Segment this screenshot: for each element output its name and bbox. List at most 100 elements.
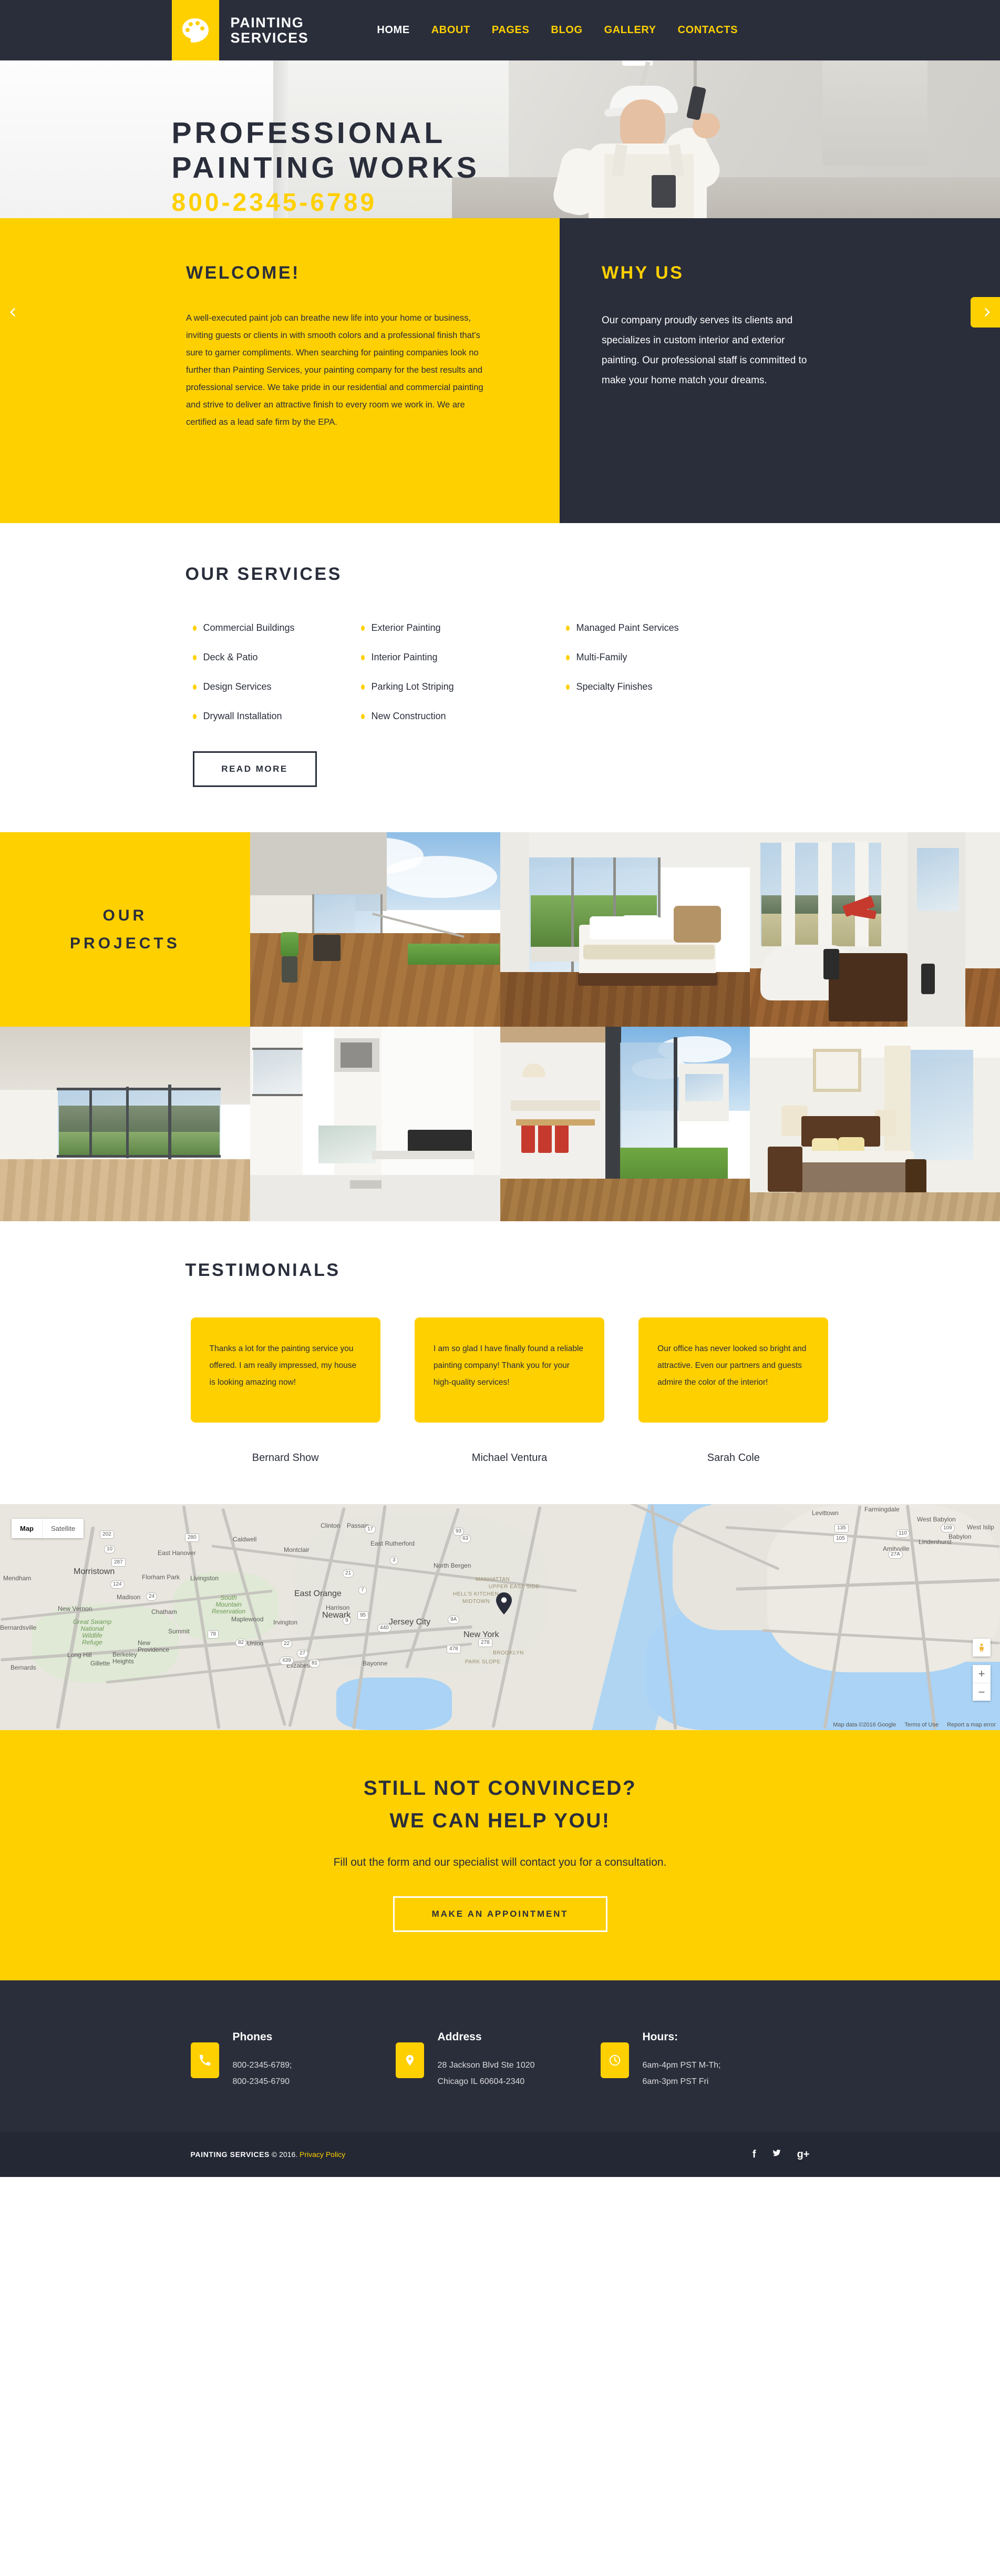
- bullet-dot-icon: [565, 655, 570, 660]
- map-place-label: Gillette: [90, 1660, 110, 1667]
- page-root: PAINTING SERVICES HOME ABOUT PAGES BLOG …: [0, 0, 1000, 2177]
- service-item[interactable]: Specialty Finishes: [565, 681, 829, 692]
- whyus-panel: WHY US Our company proudly serves its cl…: [560, 218, 1000, 523]
- map-zoom-control[interactable]: + −: [973, 1665, 991, 1701]
- footer-hours-line-1: 6am-4pm PST M-Th;: [642, 2061, 721, 2070]
- map-place-label: New Providence: [138, 1639, 170, 1653]
- facebook-icon[interactable]: f: [752, 2149, 756, 2161]
- map-place-label: HELL'S KITCHEN: [453, 1591, 499, 1597]
- privacy-policy-link[interactable]: Privacy Policy: [300, 2150, 345, 2159]
- read-more-button[interactable]: READ MORE: [192, 751, 317, 787]
- logo-wordmark: PAINTING SERVICES: [231, 15, 309, 46]
- map-place-label: Florham Park: [142, 1573, 180, 1581]
- service-item[interactable]: Deck & Patio: [192, 652, 361, 663]
- bullet-dot-icon: [192, 625, 197, 631]
- project-tile[interactable]: [500, 1027, 750, 1221]
- service-item[interactable]: Multi-Family: [565, 652, 829, 663]
- nav-item-blog[interactable]: BLOG: [551, 24, 582, 36]
- service-item[interactable]: Managed Paint Services: [565, 622, 829, 633]
- make-an-appointment-button[interactable]: MAKE AN APPOINTMENT: [393, 1896, 607, 1932]
- bullet-dot-icon: [360, 684, 365, 690]
- map-place-label: Lindenhurst: [919, 1538, 952, 1546]
- twitter-icon[interactable]: [772, 2148, 781, 2161]
- map-route-shield: 202: [100, 1530, 114, 1539]
- footer-column-title: Address: [437, 2031, 482, 2043]
- hero-title-line-2: PAINTING WORKS: [171, 151, 480, 185]
- footer-column-title: Hours:: [642, 2031, 678, 2043]
- footer-copyright-year: © 2016.: [271, 2150, 298, 2159]
- map-zoom-in-button[interactable]: +: [973, 1665, 991, 1683]
- testimonial-author: Michael Ventura: [471, 1452, 548, 1464]
- service-item[interactable]: Drywall Installation: [192, 711, 361, 722]
- project-tile[interactable]: [0, 1027, 250, 1221]
- service-item[interactable]: New Construction: [360, 711, 566, 722]
- project-tile[interactable]: [250, 832, 500, 1027]
- testimonial-author: Bernard Show: [252, 1452, 319, 1464]
- map-place-label: West Islip: [967, 1524, 994, 1531]
- map-route-shield: 63: [460, 1535, 471, 1543]
- project-tile[interactable]: [750, 832, 1000, 1027]
- slider-next-button[interactable]: [971, 297, 1000, 328]
- map-attribution: Map data ©2016 Google Terms of Use Repor…: [833, 1722, 996, 1728]
- service-item[interactable]: Design Services: [192, 681, 361, 692]
- testimonial-card: Our office has never looked so bright an…: [638, 1317, 829, 1423]
- street-view-pegman-icon[interactable]: [973, 1639, 991, 1657]
- map-place-label: Livingston: [190, 1575, 219, 1582]
- map-place-label: Jersey City: [389, 1618, 431, 1627]
- service-item[interactable]: Commercial Buildings: [192, 622, 361, 633]
- hero-slider: PROFESSIONAL PAINTING WORKS 800-2345-678…: [0, 60, 1000, 218]
- project-tile[interactable]: [250, 1027, 500, 1221]
- main-navigation: HOME ABOUT PAGES BLOG GALLERY CONTACTS: [377, 0, 738, 60]
- map-zoom-out-button[interactable]: −: [973, 1683, 991, 1701]
- service-label: Drywall Installation: [203, 711, 282, 721]
- service-label: Exterior Painting: [371, 622, 441, 633]
- projects-title-cell: OUR PROJECTS: [0, 832, 250, 1027]
- logo-line-2: SERVICES: [230, 29, 309, 46]
- map-place-label: Farmingdale: [864, 1506, 900, 1513]
- slider-prev-button[interactable]: [0, 297, 29, 328]
- footer-bottom-bar: PAINTING SERVICES © 2016. Privacy Policy…: [0, 2132, 1000, 2177]
- service-item[interactable]: Exterior Painting: [360, 622, 566, 633]
- nav-item-pages[interactable]: PAGES: [492, 24, 530, 36]
- map-place-label: Summit: [168, 1628, 190, 1635]
- logo[interactable]: PAINTING SERVICES: [171, 0, 309, 60]
- map-terms-link[interactable]: Terms of Use: [904, 1722, 939, 1728]
- map-route-shield: 105: [833, 1535, 848, 1543]
- google-plus-icon[interactable]: g+: [797, 2149, 810, 2161]
- map-place-label: East Orange: [294, 1589, 342, 1598]
- map-place-label: Bernardsville: [0, 1624, 37, 1631]
- hero-title-line-1: PROFESSIONAL: [171, 116, 446, 150]
- nav-item-home[interactable]: HOME: [377, 24, 409, 36]
- map-report-error-link[interactable]: Report a map error: [947, 1722, 996, 1728]
- clock-glyph: [609, 2054, 620, 2066]
- footer-address-line-1: 28 Jackson Blvd Ste 1020: [437, 2061, 535, 2070]
- footer-address-column: Address 28 Jackson Blvd Ste 1020 Chicago…: [395, 2031, 601, 2090]
- project-tile[interactable]: [750, 1027, 1000, 1221]
- service-label: Commercial Buildings: [203, 622, 295, 633]
- map-place-label: North Bergen: [434, 1562, 471, 1569]
- services-list: Commercial Buildings Exterior Painting M…: [192, 622, 829, 722]
- footer-brand: PAINTING SERVICES: [190, 2150, 270, 2159]
- nav-item-contacts[interactable]: CONTACTS: [678, 24, 738, 36]
- map-route-shield: 24: [146, 1592, 158, 1601]
- map-place-label: MIDTOWN: [462, 1599, 490, 1604]
- project-tile[interactable]: [500, 832, 750, 1027]
- nav-item-gallery[interactable]: GALLERY: [604, 24, 656, 36]
- map-place-label: West Babylon: [917, 1516, 956, 1523]
- services-heading: OUR SERVICES: [185, 564, 342, 584]
- map-place-label: UPPER EAST SIDE: [489, 1584, 540, 1590]
- map-type-satellite-button[interactable]: Satellite: [42, 1519, 84, 1538]
- map-route-shield: 478: [447, 1645, 461, 1653]
- nav-item-about[interactable]: ABOUT: [431, 24, 470, 36]
- service-item[interactable]: Parking Lot Striping: [360, 681, 566, 692]
- service-item[interactable]: Interior Painting: [360, 652, 566, 663]
- map-type-control[interactable]: Map Satellite: [12, 1519, 84, 1538]
- bullet-dot-icon: [192, 684, 197, 690]
- map-route-shield: 7: [358, 1586, 367, 1594]
- footer-column-title: Phones: [232, 2031, 273, 2043]
- map-type-map-button[interactable]: Map: [12, 1519, 42, 1538]
- map-place-label: Madison: [117, 1593, 141, 1601]
- service-label: Parking Lot Striping: [371, 681, 454, 692]
- google-map[interactable]: Map Satellite + − New York Newark Jersey…: [0, 1504, 1000, 1730]
- site-footer: Phones 800-2345-6789; 800-2345-6790 Addr…: [0, 1980, 1000, 2132]
